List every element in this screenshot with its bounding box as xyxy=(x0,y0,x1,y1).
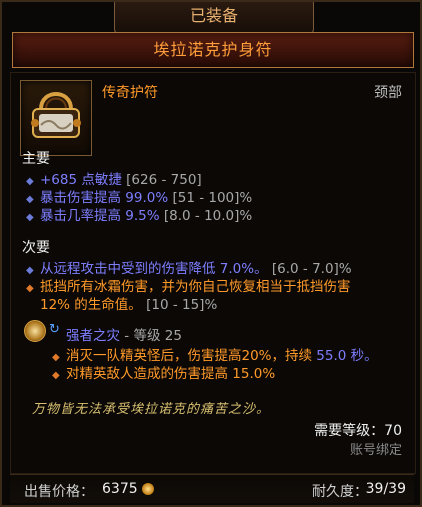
stat-bullet-icon: ◆ xyxy=(52,370,60,381)
primary-section-label: 主要 xyxy=(22,151,50,167)
durability-label: 耐久度： xyxy=(312,484,368,500)
item-image-frame xyxy=(20,80,92,156)
primary-stat: ◆ +685 点敏捷 [626 - 750] xyxy=(26,172,202,188)
durability-value: 39/39 xyxy=(365,481,406,497)
gem-effect: ◆ 对精英敌人造成的伤害提高 15.0% xyxy=(52,366,276,382)
required-level: 需要等级：70 xyxy=(314,423,402,439)
secondary-stat: ◆ 从远程攻击中受到的伤害降低 7.0%。 [6.0 - 7.0]% xyxy=(26,261,352,277)
item-tooltip: 已装备 埃拉诺克护身符 传奇护符 颈部 主要 ◆ +685 点敏捷 [626 - … xyxy=(0,0,422,507)
sell-price-label: 出售价格： xyxy=(24,484,94,500)
account-bound-label: 账号绑定 xyxy=(349,443,402,458)
gem-socket-icon: ↻ xyxy=(49,322,60,337)
gold-coin-icon xyxy=(142,483,154,495)
item-type: 传奇护符 xyxy=(102,85,158,101)
legendary-gem-icon xyxy=(24,320,46,342)
primary-stat: ◆ 暴击几率提高 9.5% [8.0 - 10.0]% xyxy=(26,208,253,224)
amulet-icon xyxy=(31,92,81,138)
primary-stat: ◆ 暴击伤害提高 99.0% [51 - 100]% xyxy=(26,190,253,206)
legendary-gem-name: 强者之灾 - 等级 25 xyxy=(66,328,182,344)
stat-bullet-icon: ◆ xyxy=(26,283,34,294)
sell-price-value: 6375 xyxy=(102,481,138,497)
secondary-section-label: 次要 xyxy=(22,240,50,256)
stat-bullet-icon: ◆ xyxy=(26,212,34,223)
flavor-text: 万物皆无法承受埃拉诺克的痛苦之沙。 xyxy=(32,402,271,417)
gem-effect: ◆ 消灭一队精英怪后，伤害提高20%，持续 55.0 秒。 xyxy=(52,348,378,364)
item-slot: 颈部 xyxy=(374,85,402,101)
secondary-stat: ◆ 抵挡所有冰霜伤害，并为你自己恢复相当于抵挡伤害 xyxy=(26,279,351,295)
secondary-stat-continued: 12% 的生命值。 [10 - 15]% xyxy=(40,297,218,313)
item-name-title: 埃拉诺克护身符 xyxy=(12,32,414,68)
equipped-tab: 已装备 xyxy=(114,2,314,35)
tooltip-footer: 出售价格： 6375 耐久度： 39/39 xyxy=(10,474,414,503)
